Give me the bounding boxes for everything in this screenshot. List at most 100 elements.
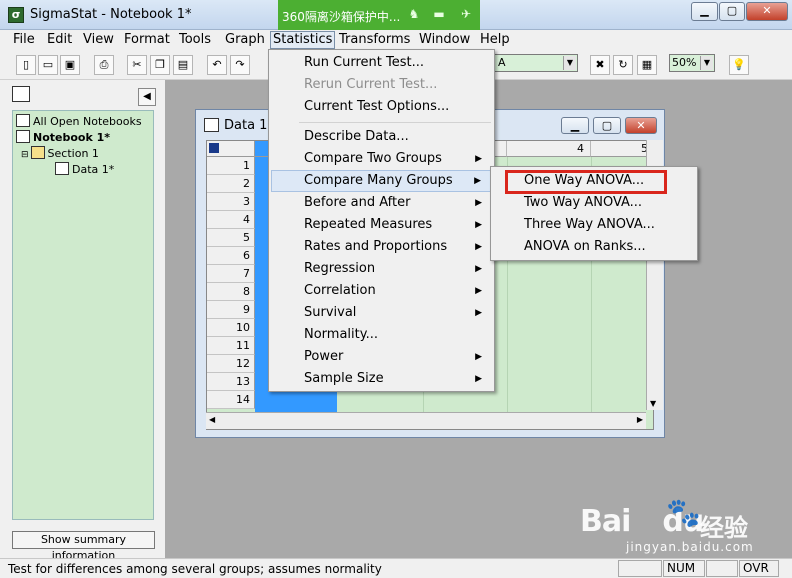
scroll-down-icon[interactable]: ▼: [650, 399, 656, 408]
expand-icon[interactable]: ⊟: [21, 150, 29, 160]
row-header[interactable]: 5: [207, 229, 255, 247]
menu-bar: File Edit View Format Tools Graph Statis…: [0, 30, 792, 50]
menu-format[interactable]: Format: [122, 32, 172, 47]
app-icon[interactable]: σ: [8, 7, 24, 23]
row-header[interactable]: 14: [207, 391, 255, 409]
row-header[interactable]: 10: [207, 319, 255, 337]
submenu-arrow-icon: ▶: [475, 286, 482, 296]
submenu-item-anova-on-ranks[interactable]: ANOVA on Ranks...: [493, 236, 695, 258]
menu-item-normality[interactable]: Normality...: [271, 324, 492, 346]
menu-transforms[interactable]: Transforms: [337, 32, 412, 47]
security-banner[interactable]: 360隔离沙箱保护中... ♞ ▬ ✈: [278, 0, 480, 30]
new-icon[interactable]: ▯: [16, 55, 36, 75]
menu-item-before-and-after[interactable]: Before and After ▶: [271, 192, 492, 214]
horizontal-scrollbar[interactable]: ◀ ▶: [206, 412, 646, 429]
tree-item-section[interactable]: ⊟ Section 1: [21, 146, 99, 160]
menu-window[interactable]: Window: [417, 32, 472, 47]
cut-icon[interactable]: ✂: [127, 55, 147, 75]
menu-item-run-current-test[interactable]: Run Current Test...: [271, 52, 492, 74]
menu-item-current-test-options[interactable]: Current Test Options...: [271, 96, 492, 118]
submenu-item-two-way-anova[interactable]: Two Way ANOVA...: [493, 192, 695, 214]
row-header[interactable]: 3: [207, 193, 255, 211]
collapse-panel-button[interactable]: ◀: [138, 88, 156, 106]
zoom-select[interactable]: 50% ▼: [669, 54, 715, 72]
tree-item-notebook[interactable]: Notebook 1*: [16, 130, 110, 144]
row-header[interactable]: 11: [207, 337, 255, 355]
status-panel-empty: [706, 560, 738, 577]
menu-edit[interactable]: Edit: [45, 32, 74, 47]
statistics-menu: Run Current Test... Rerun Current Test..…: [268, 49, 495, 392]
worksheet-icon: [55, 162, 69, 175]
row-header[interactable]: 4: [207, 211, 255, 229]
column-header-5[interactable]: 5: [591, 141, 653, 157]
menu-item-repeated-measures[interactable]: Repeated Measures ▶: [271, 214, 492, 236]
tree-item-all-notebooks[interactable]: All Open Notebooks: [16, 114, 142, 128]
close-button[interactable]: ✕: [746, 2, 788, 21]
show-summary-button[interactable]: Show summary information: [12, 531, 155, 562]
menu-tools[interactable]: Tools: [177, 32, 213, 47]
menu-help[interactable]: Help: [478, 32, 512, 47]
menu-item-compare-many-groups[interactable]: Compare Many Groups ▶: [271, 170, 492, 192]
submenu-arrow-icon: ▶: [475, 242, 482, 252]
submenu-arrow-icon: ▶: [475, 198, 482, 208]
menu-item-correlation[interactable]: Correlation ▶: [271, 280, 492, 302]
scroll-right-icon[interactable]: ▶: [637, 415, 643, 424]
status-num: NUM: [663, 560, 705, 577]
submenu-item-three-way-anova[interactable]: Three Way ANOVA...: [493, 214, 695, 236]
pin-icon[interactable]: ✈: [458, 7, 474, 23]
options-icon[interactable]: ▦: [637, 55, 657, 75]
print-icon[interactable]: ⎙: [94, 55, 114, 75]
menu-item-regression[interactable]: Regression ▶: [271, 258, 492, 280]
save-icon[interactable]: ▣: [60, 55, 80, 75]
tools-icon[interactable]: ✖: [590, 55, 610, 75]
chevron-down-icon[interactable]: ▼: [700, 56, 713, 70]
menu-item-rates-and-proportions[interactable]: Rates and Proportions ▶: [271, 236, 492, 258]
redo-icon[interactable]: ↷: [230, 55, 250, 75]
row-header[interactable]: 8: [207, 283, 255, 301]
submenu-arrow-icon: ▶: [475, 154, 482, 164]
maximize-button[interactable]: ▢: [719, 2, 745, 21]
paw-icon: 🐾: [666, 496, 701, 529]
select-all-corner[interactable]: [207, 141, 255, 157]
sandbox-icon[interactable]: ♞: [406, 7, 422, 23]
paste-icon[interactable]: ▤: [173, 55, 193, 75]
menu-item-survival[interactable]: Survival ▶: [271, 302, 492, 324]
watermark-url: jingyan.baidu.com: [626, 540, 754, 554]
row-header[interactable]: 7: [207, 265, 255, 283]
toolbar-combo[interactable]: A ▼: [494, 54, 578, 72]
row-header[interactable]: 6: [207, 247, 255, 265]
minimize-button[interactable]: ▁: [691, 2, 718, 21]
tree-item-data[interactable]: Data 1*: [55, 162, 114, 176]
row-header[interactable]: 12: [207, 355, 255, 373]
row-header[interactable]: 9: [207, 301, 255, 319]
refresh-icon[interactable]: ↻: [613, 55, 633, 75]
select-all-icon: [209, 143, 219, 153]
menu-graph[interactable]: Graph: [223, 32, 267, 47]
status-ovr: OVR: [739, 560, 779, 577]
chevron-down-icon[interactable]: ▼: [563, 56, 576, 70]
scroll-left-icon[interactable]: ◀: [209, 415, 215, 424]
menu-file[interactable]: File: [11, 32, 37, 47]
open-icon[interactable]: ▭: [38, 55, 58, 75]
menu-statistics[interactable]: Statistics: [270, 31, 336, 49]
menu-item-rerun-current-test[interactable]: Rerun Current Test...: [271, 74, 492, 96]
menu-item-power[interactable]: Power ▶: [271, 346, 492, 368]
emphasis-box: [505, 170, 667, 194]
menu-item-compare-two-groups[interactable]: Compare Two Groups ▶: [271, 148, 492, 170]
menu-view[interactable]: View: [81, 32, 116, 47]
data-maximize-button[interactable]: ▢: [593, 117, 621, 134]
undo-icon[interactable]: ↶: [207, 55, 227, 75]
data-minimize-button[interactable]: ▁: [561, 117, 589, 134]
copy-icon[interactable]: ❐: [150, 55, 170, 75]
row-header[interactable]: 2: [207, 175, 255, 193]
menu-item-describe-data[interactable]: Describe Data...: [271, 126, 492, 148]
data-close-button[interactable]: ✕: [625, 117, 657, 134]
folder-icon[interactable]: ▬: [431, 7, 447, 23]
notebook-manager-icon[interactable]: [12, 86, 30, 102]
row-header[interactable]: 13: [207, 373, 255, 391]
menu-item-sample-size[interactable]: Sample Size ▶: [271, 368, 492, 390]
tip-bulb-icon[interactable]: 💡: [729, 55, 749, 75]
column-header-4[interactable]: 4: [507, 141, 591, 157]
worksheet-icon[interactable]: [204, 118, 219, 132]
row-header[interactable]: 1: [207, 157, 255, 175]
